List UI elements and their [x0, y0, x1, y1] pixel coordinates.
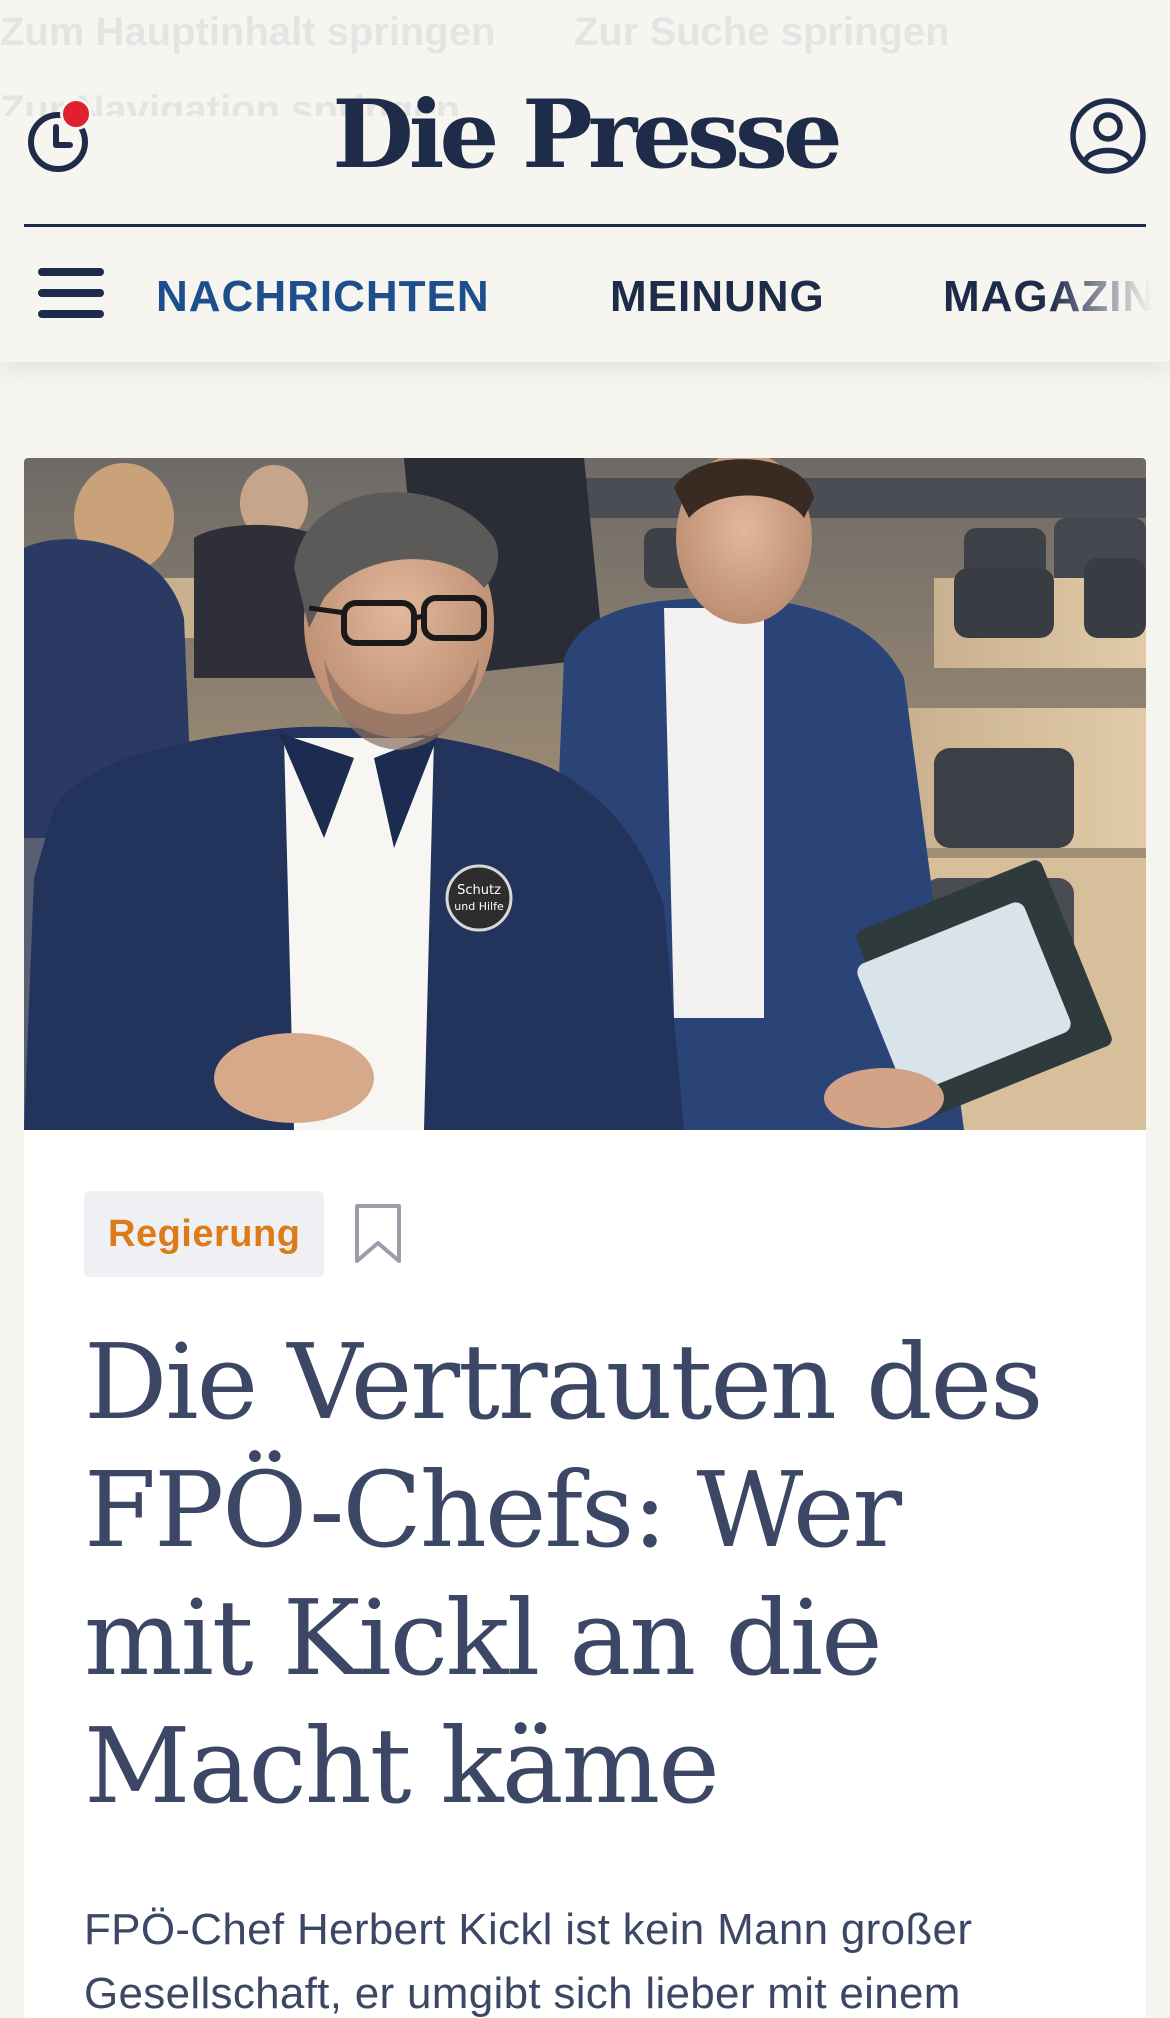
skip-link-main[interactable]: Zum Hauptinhalt springen [0, 10, 496, 55]
main-nav: NACHRICHTEN MEINUNG MAGAZIN [156, 266, 1170, 326]
article-lead: FPÖ-Chef Herbert Kickl ist kein Mann gro… [84, 1905, 973, 2018]
image-badge-line2: und Hilfe [454, 900, 504, 913]
site-logo[interactable]: Die Presse [0, 80, 1170, 190]
article-meta: Regierung [84, 1191, 403, 1277]
article-headline[interactable]: Die Vertrauten des FPÖ-Chefs: Wer mit Ki… [84, 1318, 1084, 1830]
nav-item-nachrichten[interactable]: NACHRICHTEN [156, 272, 490, 322]
nav-item-meinung[interactable]: MEINUNG [610, 272, 825, 322]
skip-link-search[interactable]: Zur Suche springen [574, 10, 950, 55]
bookmark-button[interactable] [353, 1203, 403, 1265]
site-header: Zum Hauptinhalt springen Zur Suche sprin… [0, 0, 1170, 362]
header-divider [24, 224, 1146, 227]
account-button[interactable] [1068, 96, 1148, 176]
article-hero-image[interactable]: Schutz und Hilfe [24, 458, 1146, 1130]
hero-photo: Schutz und Hilfe [24, 458, 1146, 1130]
bookmark-icon [354, 1204, 401, 1263]
article-card: Schutz und Hilfe Regierung Die Vertraute… [24, 458, 1146, 2018]
nav-scroll-fade [1050, 266, 1170, 326]
category-tag[interactable]: Regierung [84, 1191, 325, 1277]
user-icon [1070, 98, 1146, 174]
hamburger-menu-icon[interactable] [38, 268, 106, 324]
image-badge-line1: Schutz [457, 883, 501, 898]
